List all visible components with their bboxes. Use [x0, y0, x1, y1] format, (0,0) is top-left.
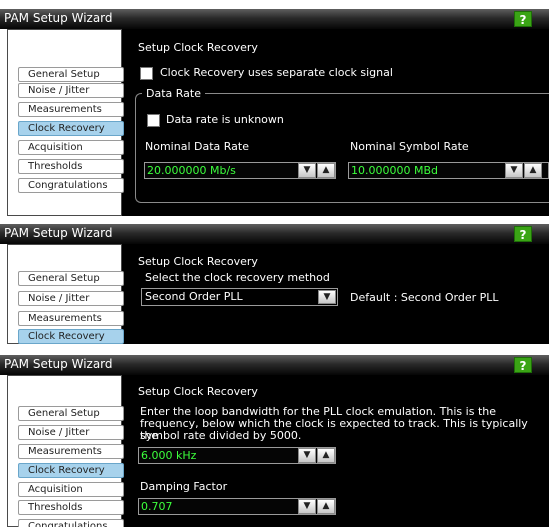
separate-clock-label: Clock Recovery uses separate clock signa… — [160, 66, 393, 79]
data-rate-unknown-checkbox[interactable] — [147, 114, 160, 127]
nav-item-acquisition[interactable]: Acquisition — [18, 140, 124, 155]
wizard-panel-1: PAM Setup Wizard ? General Setup Noise /… — [0, 9, 549, 216]
title-bar: PAM Setup Wizard ? — [0, 224, 549, 244]
page-heading: Setup Clock Recovery — [138, 255, 258, 268]
nav-item-congratulations[interactable]: Congratulations — [18, 519, 124, 527]
wizard-panel-2: PAM Setup Wizard ? General Setup Noise /… — [0, 224, 549, 344]
nominal-data-rate-decrement[interactable]: ▼ — [298, 163, 316, 178]
page-heading: Setup Clock Recovery — [138, 41, 258, 54]
page-heading: Setup Clock Recovery — [138, 385, 258, 398]
title-bar: PAM Setup Wizard ? — [0, 355, 549, 375]
wizard-panel-3: PAM Setup Wizard ? General Setup Noise /… — [0, 355, 549, 527]
clock-recovery-method-value: Second Order PLL — [145, 290, 243, 303]
nav-item-acquisition[interactable]: Acquisition — [18, 482, 124, 497]
nav-item-measurements[interactable]: Measurements — [18, 102, 124, 117]
nominal-data-rate-label: Nominal Data Rate — [145, 140, 249, 153]
nominal-data-rate-increment[interactable]: ▲ — [317, 163, 335, 178]
nominal-symbol-rate-increment[interactable]: ▲ — [524, 163, 542, 178]
nav-item-noise-jitter[interactable]: Noise / Jitter — [18, 291, 124, 306]
window-title: PAM Setup Wizard — [4, 357, 113, 371]
loop-bandwidth-increment[interactable]: ▲ — [317, 448, 335, 463]
help-button[interactable]: ? — [514, 226, 532, 242]
nav-item-measurements[interactable]: Measurements — [18, 444, 124, 459]
nav-item-thresholds[interactable]: Thresholds — [18, 159, 124, 174]
nominal-symbol-rate-decrement[interactable]: ▼ — [505, 163, 523, 178]
nav-item-general-setup[interactable]: General Setup — [18, 67, 124, 82]
chevron-down-icon[interactable]: ▼ — [318, 290, 336, 304]
clock-recovery-method-select[interactable]: Second Order PLL ▼ — [141, 288, 338, 306]
nav-item-noise-jitter[interactable]: Noise / Jitter — [18, 425, 124, 440]
select-method-label: Select the clock recovery method — [145, 271, 330, 284]
window-title: PAM Setup Wizard — [4, 226, 113, 240]
nav-item-clock-recovery[interactable]: Clock Recovery — [18, 463, 124, 478]
help-button[interactable]: ? — [514, 357, 532, 373]
help-button[interactable]: ? — [514, 11, 532, 27]
data-rate-group-title: Data Rate — [142, 87, 205, 100]
bandwidth-description-line-3: symbol rate divided by 5000. — [140, 429, 302, 442]
loop-bandwidth-decrement[interactable]: ▼ — [298, 448, 316, 463]
nav-item-general-setup[interactable]: General Setup — [18, 271, 124, 286]
damping-factor-decrement[interactable]: ▼ — [298, 499, 316, 514]
data-rate-unknown-label: Data rate is unknown — [166, 113, 284, 126]
nav-item-clock-recovery[interactable]: Clock Recovery — [18, 329, 124, 344]
title-bar: PAM Setup Wizard ? — [0, 9, 549, 29]
nav-item-congratulations[interactable]: Congratulations — [18, 178, 124, 193]
nav-item-measurements[interactable]: Measurements — [18, 311, 124, 326]
nav-item-thresholds[interactable]: Thresholds — [18, 500, 124, 515]
damping-factor-increment[interactable]: ▲ — [317, 499, 335, 514]
window-title: PAM Setup Wizard — [4, 11, 113, 25]
damping-factor-label: Damping Factor — [140, 480, 228, 493]
nominal-symbol-rate-label: Nominal Symbol Rate — [350, 140, 469, 153]
nav-item-general-setup[interactable]: General Setup — [18, 406, 124, 421]
default-method-text: Default : Second Order PLL — [350, 291, 499, 304]
nav-item-clock-recovery[interactable]: Clock Recovery — [18, 121, 124, 136]
nav-item-noise-jitter[interactable]: Noise / Jitter — [18, 83, 124, 98]
separate-clock-checkbox[interactable] — [140, 67, 153, 80]
